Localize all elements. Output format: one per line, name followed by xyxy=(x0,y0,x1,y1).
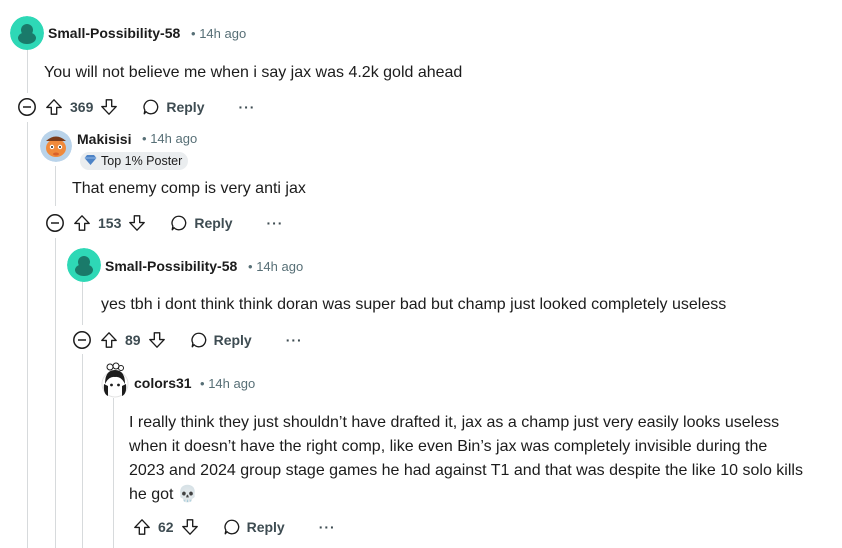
collapse-button[interactable] xyxy=(17,97,37,117)
comment-actions: 89 Reply ··· xyxy=(72,325,303,355)
collapse-button[interactable] xyxy=(45,213,65,233)
reply-label: Reply xyxy=(194,215,233,231)
thread-line-3[interactable] xyxy=(82,280,83,325)
vote-controls: 62 xyxy=(133,518,199,536)
timestamp[interactable]: 14h ago xyxy=(208,376,255,391)
downvote-icon[interactable] xyxy=(128,214,146,232)
comment-actions: 153 Reply ··· xyxy=(45,208,283,238)
comment-meta: • 14h ago xyxy=(200,376,255,391)
vote-score: 62 xyxy=(158,519,174,535)
upvote-icon[interactable] xyxy=(73,214,91,232)
comment-text: I really think they just shouldn’t have … xyxy=(129,411,839,507)
username[interactable]: Small-Possibility-58 xyxy=(48,25,180,41)
vote-controls: 89 xyxy=(100,331,166,349)
reply-label: Reply xyxy=(246,519,285,535)
username[interactable]: colors31 xyxy=(134,375,192,391)
reply-button[interactable]: Reply xyxy=(170,214,232,232)
collapse-icon xyxy=(18,98,36,116)
meta-separator: • xyxy=(248,259,253,274)
comment-bubble-icon xyxy=(143,99,159,115)
comment-text-line: 2023 and 2024 group stage games he had a… xyxy=(129,462,803,479)
vote-controls: 369 xyxy=(45,98,118,116)
downvote-icon[interactable] xyxy=(100,98,118,116)
avatar[interactable] xyxy=(40,130,72,162)
more-options-button[interactable]: ··· xyxy=(286,332,303,348)
comment-meta: • 14h ago xyxy=(248,259,303,274)
vote-controls: 153 xyxy=(73,214,146,232)
meta-separator: • xyxy=(142,131,147,146)
comment-meta: • 14h ago xyxy=(191,26,246,41)
more-options-button[interactable]: ··· xyxy=(319,519,336,535)
upvote-icon[interactable] xyxy=(133,518,151,536)
comment-text-line: when it doesn’t have the right comp, lik… xyxy=(129,438,768,455)
comment-text: You will not believe me when i say jax w… xyxy=(44,64,463,81)
comment-actions: 369 Reply ··· xyxy=(17,92,255,122)
gem-icon xyxy=(84,154,97,169)
thread-line-outer[interactable] xyxy=(27,122,28,548)
comment-bubble-icon xyxy=(190,332,206,348)
upvote-icon[interactable] xyxy=(100,331,118,349)
comment-actions: 62 Reply ··· xyxy=(133,512,336,542)
collapse-icon xyxy=(46,214,64,232)
meta-separator: • xyxy=(200,376,205,391)
vote-score: 89 xyxy=(125,332,141,348)
timestamp[interactable]: 14h ago xyxy=(150,131,197,146)
reply-button[interactable]: Reply xyxy=(142,98,204,116)
username[interactable]: Makisisi xyxy=(77,131,131,147)
timestamp[interactable]: 14h ago xyxy=(256,259,303,274)
user-flair-badge: Top 1% Poster xyxy=(80,152,189,170)
comment-text-line: I really think they just shouldn’t have … xyxy=(129,414,780,431)
thread-line-mid[interactable] xyxy=(55,238,56,548)
avatar[interactable] xyxy=(99,362,131,398)
flair-label: Top 1% Poster xyxy=(101,154,183,168)
more-options-button[interactable]: ··· xyxy=(238,99,255,115)
collapse-icon xyxy=(73,331,91,349)
more-options-button[interactable]: ··· xyxy=(266,215,283,231)
thread-line-2[interactable] xyxy=(55,166,56,206)
downvote-icon[interactable] xyxy=(181,518,199,536)
upvote-icon[interactable] xyxy=(45,98,63,116)
reply-label: Reply xyxy=(166,99,205,115)
downvote-icon[interactable] xyxy=(148,331,166,349)
avatar[interactable] xyxy=(67,248,101,282)
timestamp[interactable]: 14h ago xyxy=(199,26,246,41)
thread-line-inner[interactable] xyxy=(82,354,83,548)
comment-bubble-icon xyxy=(171,215,187,231)
avatar[interactable] xyxy=(10,16,44,50)
thread-line-4[interactable] xyxy=(113,398,114,548)
comment-text-line: he got 💀 xyxy=(129,486,198,503)
comment-bubble-icon xyxy=(223,519,239,535)
reply-button[interactable]: Reply xyxy=(223,518,285,536)
vote-score: 369 xyxy=(70,99,94,115)
reply-button[interactable]: Reply xyxy=(190,331,252,349)
thread-line-1[interactable] xyxy=(27,48,28,93)
username[interactable]: Small-Possibility-58 xyxy=(105,258,237,274)
comment-meta: • 14h ago xyxy=(142,131,197,146)
reply-label: Reply xyxy=(213,332,252,348)
meta-separator: • xyxy=(191,26,196,41)
comment-text: yes tbh i dont think think doran was sup… xyxy=(101,296,727,313)
comment-text: That enemy comp is very anti jax xyxy=(72,180,306,197)
collapse-button[interactable] xyxy=(72,330,92,350)
vote-score: 153 xyxy=(98,215,122,231)
